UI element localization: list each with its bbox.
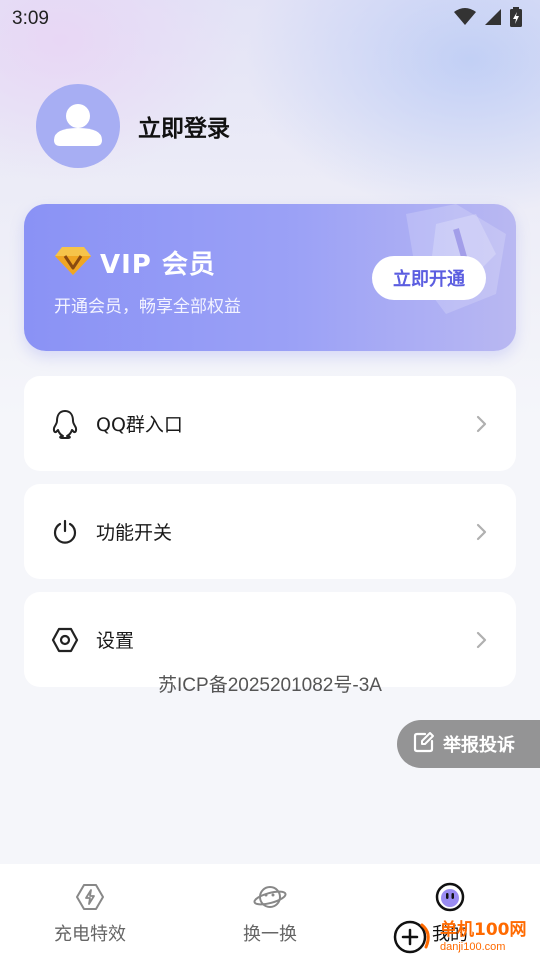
login-link[interactable]: 立即登录 [138, 109, 230, 143]
vip-card[interactable]: VIP 会员 开通会员，畅享全部权益 立即开通 [24, 204, 516, 351]
status-icons [454, 7, 522, 31]
qq-penguin-icon [50, 409, 80, 439]
settings-hex-icon [50, 625, 80, 655]
icp-license-text[interactable]: 苏ICP备2025201082号-3A [0, 670, 540, 697]
menu-item-feature-switch[interactable]: 功能开关 [24, 484, 516, 579]
watermark-en: danji100.com [440, 940, 506, 953]
diamond-icon [54, 246, 92, 280]
power-icon [50, 517, 80, 547]
watermark-cn: 单机100网 [440, 919, 527, 940]
menu-label-settings: 设置 [96, 630, 135, 652]
menu-label-feature-switch: 功能开关 [96, 522, 173, 544]
wifi-icon [454, 8, 476, 30]
vip-title-row: VIP 会员 [54, 244, 216, 281]
vip-subtitle: 开通会员，畅享全部权益 [54, 297, 241, 317]
menu-item-qq-group[interactable]: QQ群入口 [24, 376, 516, 471]
profile-header[interactable]: 立即登录 [36, 84, 230, 168]
tab-label-swap: 换一换 [243, 924, 297, 945]
edit-icon [413, 731, 435, 757]
vip-open-button[interactable]: 立即开通 [372, 256, 486, 300]
chevron-right-icon [474, 630, 488, 650]
status-bar: 3:09 [0, 0, 540, 38]
chevron-right-icon [474, 522, 488, 542]
chevron-right-icon [474, 414, 488, 434]
planet-icon [253, 882, 287, 916]
signal-icon [484, 8, 502, 30]
watermark-text: 单机100网 danji100.com [440, 919, 527, 953]
user-avatar-icon[interactable] [36, 84, 120, 168]
plus-logo-icon [392, 915, 436, 959]
watermark: 单机100网 danji100.com [392, 914, 540, 960]
battery-icon [510, 7, 522, 31]
tab-swap[interactable]: 换一换 [180, 864, 360, 960]
menu-label-qq-group: QQ群入口 [96, 414, 183, 436]
tab-label-charge-effect: 充电特效 [54, 924, 126, 945]
charge-effect-icon [75, 882, 105, 916]
report-complaint-button[interactable]: 举报投诉 [397, 720, 540, 768]
status-time: 3:09 [12, 8, 49, 29]
tab-charge-effect[interactable]: 充电特效 [0, 864, 180, 960]
vip-title: VIP 会员 [100, 250, 216, 280]
report-label: 举报投诉 [443, 735, 515, 756]
mine-face-icon [435, 882, 465, 916]
